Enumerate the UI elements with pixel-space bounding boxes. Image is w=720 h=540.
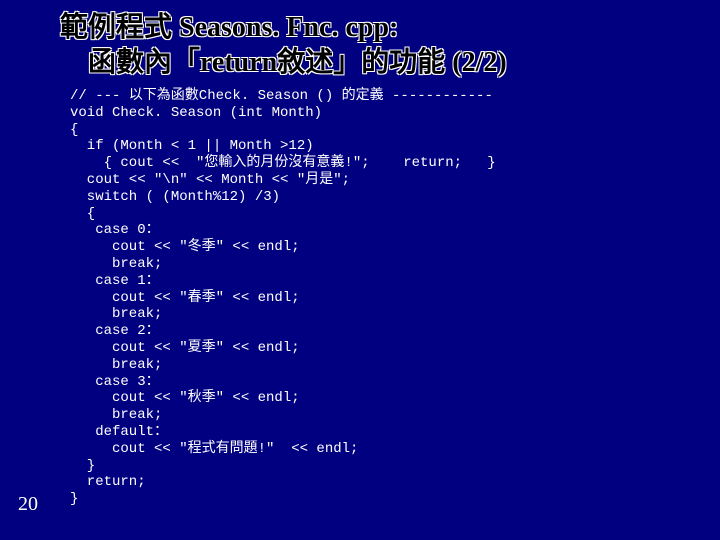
code-block: // --- 以下為函數Check. Season () 的定義 -------… xyxy=(70,88,700,508)
code-line: cout << "冬季" << endl; xyxy=(70,239,300,255)
title-line-1: 範例程式 Seasons. Fnc. cpp: xyxy=(60,10,700,45)
code-line: if (Month < 1 || Month >12) xyxy=(70,138,314,154)
code-line: break; xyxy=(70,256,162,272)
code-line: case 2： xyxy=(70,323,160,339)
code-line: switch ( (Month%12) /3) xyxy=(70,189,280,205)
code-line: } xyxy=(70,458,95,474)
code-line: break; xyxy=(70,306,162,322)
title-line-2: 函數內「return敘述」的功能 (2/2) xyxy=(60,45,700,80)
code-line: { xyxy=(70,206,95,222)
slide-title: 範例程式 Seasons. Fnc. cpp: 函數內「return敘述」的功能… xyxy=(60,10,700,80)
code-line: break; xyxy=(70,357,162,373)
code-line: case 0： xyxy=(70,222,160,238)
code-line: cout << "夏季" << endl; xyxy=(70,340,300,356)
code-line: case 1： xyxy=(70,273,160,289)
code-line: } xyxy=(70,491,78,507)
page-number: 20 xyxy=(18,493,38,516)
code-line: break; xyxy=(70,407,162,423)
code-line: // --- 以下為函數Check. Season () 的定義 -------… xyxy=(70,88,493,104)
code-line: { xyxy=(70,122,78,138)
code-line: case 3： xyxy=(70,374,160,390)
code-line: { cout << "您輸入的月份沒有意義!"; return; } xyxy=(70,155,496,171)
code-line: cout << "程式有問題!" << endl; xyxy=(70,441,358,457)
code-line: cout << "秋季" << endl; xyxy=(70,390,300,406)
code-line: cout << "\n" << Month << "月是"; xyxy=(70,172,350,188)
code-line: return; xyxy=(70,474,146,490)
slide-content: 範例程式 Seasons. Fnc. cpp: 函數內「return敘述」的功能… xyxy=(0,0,720,518)
code-line: cout << "春季" << endl; xyxy=(70,290,300,306)
code-line: default： xyxy=(70,424,168,440)
code-line: void Check. Season (int Month) xyxy=(70,105,322,121)
